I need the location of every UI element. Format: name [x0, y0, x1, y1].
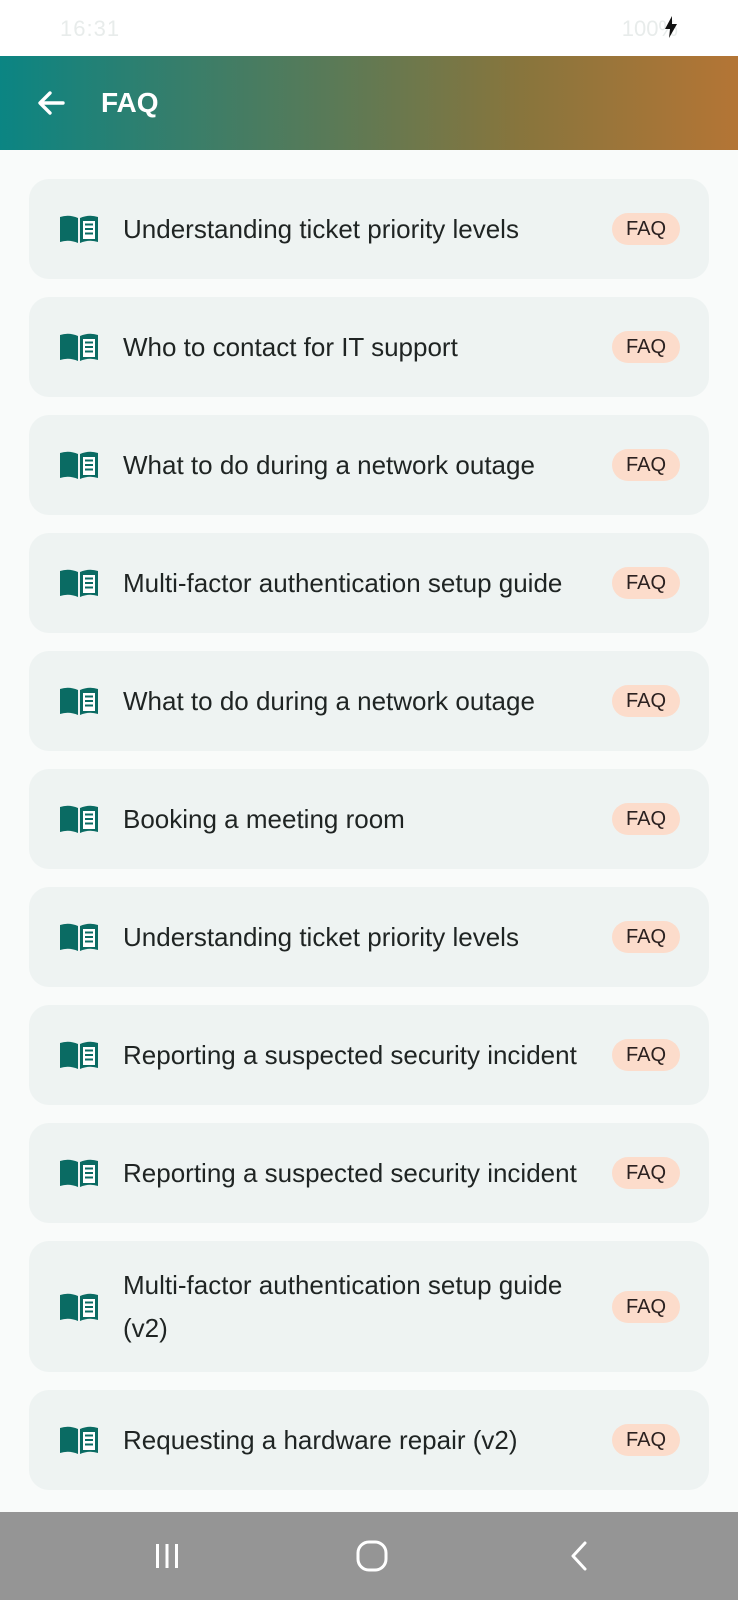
faq-item[interactable]: Understanding ticket priority levels FAQ [29, 179, 709, 279]
faq-item-title: Reporting a suspected security incident [123, 1157, 577, 1188]
book-icon [60, 923, 98, 951]
faq-item[interactable]: Reporting a suspected security incident F… [29, 1005, 709, 1105]
home-button[interactable] [342, 1534, 402, 1578]
faq-item[interactable]: Who to contact for IT support FAQ [29, 297, 709, 397]
faq-item[interactable]: What to do during a network outage FAQ [29, 651, 709, 751]
home-icon [356, 1540, 388, 1572]
faq-item-title: Booking a meeting room [123, 803, 405, 834]
nav-back-button[interactable] [550, 1534, 610, 1578]
book-icon [60, 1159, 98, 1187]
back-button[interactable] [28, 80, 74, 126]
faq-item[interactable]: Requesting a hardware repair (v2) FAQ [29, 1390, 709, 1490]
faq-badge: FAQ [611, 803, 680, 835]
faq-badge: FAQ [611, 685, 680, 717]
faq-item[interactable]: Booking a meeting room FAQ [29, 769, 709, 869]
faq-badge: FAQ [611, 567, 680, 599]
faq-item-title: What to do during a network outage [123, 685, 535, 716]
faq-item[interactable]: Multi-factor authentication setup guide … [29, 1241, 709, 1372]
book-icon [60, 569, 98, 597]
app-bar: FAQ [0, 56, 738, 150]
faq-item[interactable]: Reporting a suspected security incident F… [29, 1123, 709, 1223]
faq-item-title: Understanding ticket priority levels [123, 921, 519, 952]
book-icon [60, 1426, 98, 1454]
faq-item-title: What to do during a network outage [123, 449, 535, 480]
book-icon [60, 687, 98, 715]
faq-badge: FAQ [611, 213, 680, 245]
book-icon [60, 451, 98, 479]
book-icon [60, 1041, 98, 1069]
arrow-left-icon [38, 91, 65, 115]
recents-button[interactable] [137, 1534, 197, 1578]
faq-item[interactable]: What to do during a network outage FAQ [29, 415, 709, 515]
faq-item[interactable]: Understanding ticket priority levels FAQ [29, 887, 709, 987]
system-nav-bar [0, 1512, 738, 1600]
faq-badge: FAQ [611, 331, 680, 363]
faq-badge: FAQ [611, 1424, 680, 1456]
faq-item-title: Understanding ticket priority levels [123, 213, 519, 244]
book-icon [60, 215, 98, 243]
faq-item-title: Multi-factor authentication setup guide … [123, 1269, 563, 1343]
charging-icon [665, 16, 677, 38]
faq-list: Understanding ticket priority levels FAQ W… [29, 179, 709, 1508]
status-bar: 16:31 100% [0, 0, 738, 56]
faq-item-title: Who to contact for IT support [123, 331, 458, 362]
faq-badge: FAQ [611, 921, 680, 953]
back-chevron-icon [571, 1541, 587, 1571]
faq-item-title: Multi-factor authentication setup guide [123, 567, 563, 598]
faq-badge: FAQ [611, 449, 680, 481]
faq-item[interactable]: Multi-factor authentication setup guide F… [29, 533, 709, 633]
faq-badge: FAQ [611, 1157, 680, 1189]
status-time: 16:31 [60, 16, 121, 41]
faq-item-title: Reporting a suspected security incident [123, 1039, 577, 1070]
faq-badge: FAQ [611, 1039, 680, 1071]
book-icon [60, 805, 98, 833]
book-icon [60, 1293, 98, 1321]
page-title: FAQ [101, 87, 159, 118]
faq-item-title: Requesting a hardware repair (v2) [123, 1424, 518, 1455]
recents-icon [156, 1544, 178, 1568]
book-icon [60, 333, 98, 361]
faq-badge: FAQ [611, 1290, 680, 1323]
